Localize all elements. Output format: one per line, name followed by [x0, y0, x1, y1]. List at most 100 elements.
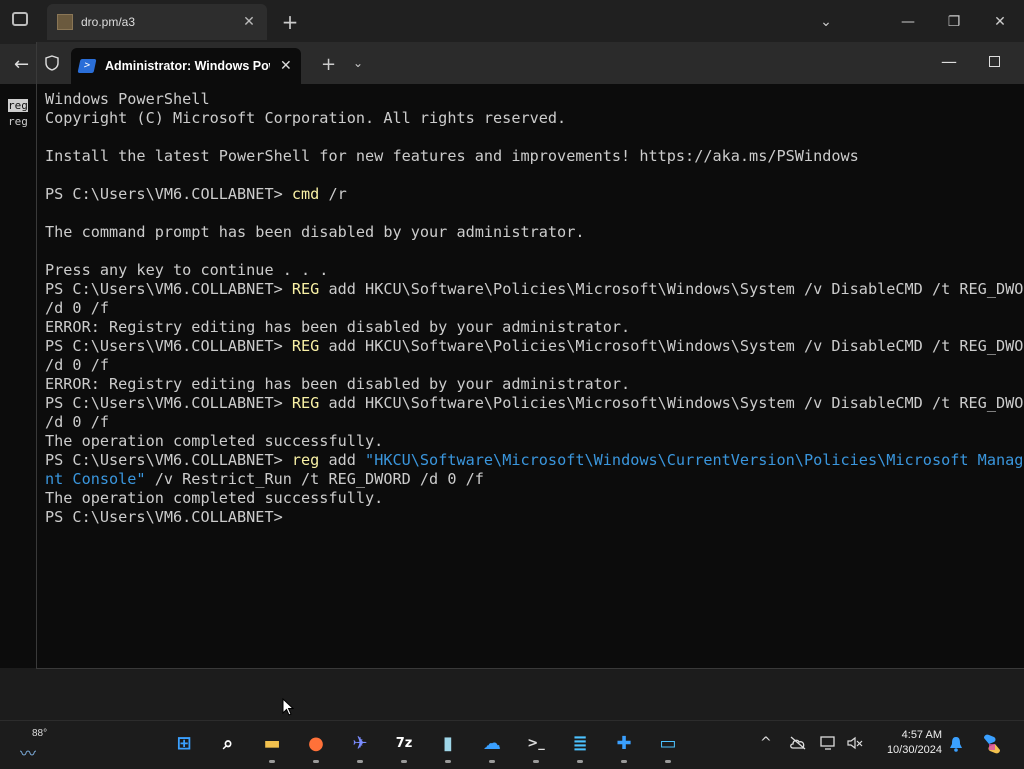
onedrive-icon[interactable]: ☁ [480, 731, 504, 755]
output-text: /r [319, 185, 347, 203]
remote-desktop-icon[interactable]: ▭ [656, 731, 680, 755]
browser-tab[interactable]: dro.pm/a3 ✕ [47, 4, 267, 40]
output-text: Windows PowerShell [45, 90, 210, 108]
site-favicon-icon [57, 14, 73, 30]
output-text: /d 0 /f [45, 413, 110, 431]
output-text: /v Restrict_Run /t REG_DWORD /d 0 /f [145, 470, 484, 488]
running-indicator [269, 760, 275, 763]
close-icon[interactable]: ✕ [280, 58, 292, 74]
terminal-line: nt Console" /v Restrict_Run /t REG_DWORD… [45, 470, 1024, 489]
terminal-line: Windows PowerShell [45, 90, 1024, 109]
command-token: reg [291, 451, 320, 469]
file-explorer-icon[interactable]: ▬ [260, 731, 284, 755]
terminal-line: ERROR: Registry editing has been disable… [45, 318, 1024, 337]
output-text: Copyright (C) Microsoft Corporation. All… [45, 109, 567, 127]
terminal-tab-title: Administrator: Windows PowerShell [105, 59, 270, 73]
output-text: ERROR: Registry editing has been disable… [45, 375, 631, 393]
puzzle-icon[interactable]: ✚ [612, 731, 636, 755]
output-text: add HKCU\Software\Policies\Microsoft\Win… [319, 280, 1024, 298]
command-token: REG [291, 337, 320, 355]
weather-temperature: 88° [32, 728, 48, 739]
new-tab-button[interactable]: + [321, 54, 336, 75]
output-text: /d 0 /f [45, 356, 110, 374]
terminal-tab[interactable]: > Administrator: Windows PowerShell ✕ [71, 48, 301, 84]
firefox-icon[interactable]: ● [304, 731, 328, 755]
output-text: The operation completed successfully. [45, 432, 384, 450]
notepad-icon[interactable]: ▮ [436, 731, 460, 755]
command-token: cmd [291, 185, 320, 203]
terminal-line: /d 0 /f [45, 356, 1024, 375]
close-icon[interactable]: ✕ [239, 14, 259, 30]
search-icon[interactable]: ⌕ [216, 731, 240, 755]
tab-list-icon[interactable]: ⌄ [812, 8, 840, 36]
terminal-line: PS C:\Users\VM6.COLLABNET> REG add HKCU\… [45, 394, 1024, 413]
cloud-offline-icon[interactable] [789, 736, 807, 750]
running-indicator [445, 760, 451, 763]
browser-page [0, 84, 36, 684]
page-text: reg [8, 99, 28, 112]
restore-button[interactable]: ❐ [940, 8, 968, 36]
output-text: The operation completed successfully. [45, 489, 384, 507]
mouse-cursor-icon [282, 698, 294, 716]
terminal-titlebar: > Administrator: Windows PowerShell ✕ + … [37, 42, 1024, 84]
running-indicator [577, 760, 583, 763]
terminal-line: ERROR: Registry editing has been disable… [45, 375, 1024, 394]
terminal-line: Copyright (C) Microsoft Corporation. All… [45, 109, 1024, 128]
output-text: PS C:\Users\VM6.COLLABNET> [45, 508, 292, 526]
terminal-line: PS C:\Users\VM6.COLLABNET> REG add HKCU\… [45, 337, 1024, 356]
terminal-icon[interactable]: >_ [524, 731, 548, 755]
running-indicator [533, 760, 539, 763]
terminal-line: /d 0 /f [45, 299, 1024, 318]
shield-icon [45, 55, 59, 71]
desktop-area [0, 668, 1024, 720]
clock-time: 4:57 AM [901, 729, 942, 741]
terminal-output[interactable]: Windows PowerShell Copyright (C) Microsof… [45, 90, 1024, 660]
7zip-icon[interactable]: 7z [392, 731, 416, 755]
output-text: PS C:\Users\VM6.COLLABNET> [45, 451, 292, 469]
new-tab-button[interactable]: + [280, 10, 300, 34]
start-icon[interactable]: ⊞ [172, 731, 196, 755]
terminal-line: The operation completed successfully. [45, 432, 1024, 451]
notification-bell-icon[interactable] [949, 736, 963, 752]
running-indicator [621, 760, 627, 763]
output-text: Install the latest PowerShell for new fe… [45, 147, 859, 165]
weather-widget[interactable]: 88° 〰 [18, 726, 68, 763]
close-window-button[interactable]: ✕ [986, 8, 1014, 36]
powershell-icon: > [77, 59, 97, 73]
string-token: "HKCU\Software\Microsoft\Windows\Current… [365, 451, 1024, 469]
page-text: reg [8, 115, 28, 128]
terminal-line: PS C:\Users\VM6.COLLABNET> [45, 508, 1024, 527]
maximize-button[interactable] [989, 56, 1000, 67]
tab-actions-icon[interactable] [12, 12, 28, 26]
taskbar [0, 720, 1024, 769]
command-token: REG [291, 394, 320, 412]
tray-chevron-icon[interactable]: ^ [760, 735, 772, 751]
bird-app-icon[interactable]: ✈ [348, 731, 372, 755]
browser-tab-title: dro.pm/a3 [81, 15, 136, 29]
output-text: add [319, 451, 366, 469]
running-indicator [665, 760, 671, 763]
clock[interactable]: 4:57 AM 10/30/2024 [872, 728, 942, 758]
terminal-window[interactable]: > Administrator: Windows PowerShell ✕ + … [36, 42, 1024, 669]
terminal-line: PS C:\Users\VM6.COLLABNET> reg add "HKCU… [45, 451, 1024, 470]
minimize-button[interactable]: — [894, 8, 922, 36]
string-token: nt Console" [45, 470, 146, 488]
copilot-icon[interactable] [980, 732, 1004, 756]
volume-muted-icon[interactable] [846, 736, 864, 750]
output-text: ERROR: Registry editing has been disable… [45, 318, 631, 336]
terminal-line: PS C:\Users\VM6.COLLABNET> REG add HKCU\… [45, 280, 1024, 299]
network-icon[interactable] [820, 736, 838, 750]
chevron-down-icon[interactable]: ⌄ [353, 56, 363, 70]
notes-icon[interactable]: ≣ [568, 731, 592, 755]
wind-icon: 〰 [20, 744, 37, 763]
output-text: PS C:\Users\VM6.COLLABNET> [45, 185, 292, 203]
output-text: PS C:\Users\VM6.COLLABNET> [45, 280, 292, 298]
command-token: REG [291, 280, 320, 298]
minimize-button[interactable]: — [941, 52, 957, 71]
back-icon[interactable]: ← [14, 54, 29, 75]
terminal-line: Install the latest PowerShell for new fe… [45, 147, 1024, 166]
